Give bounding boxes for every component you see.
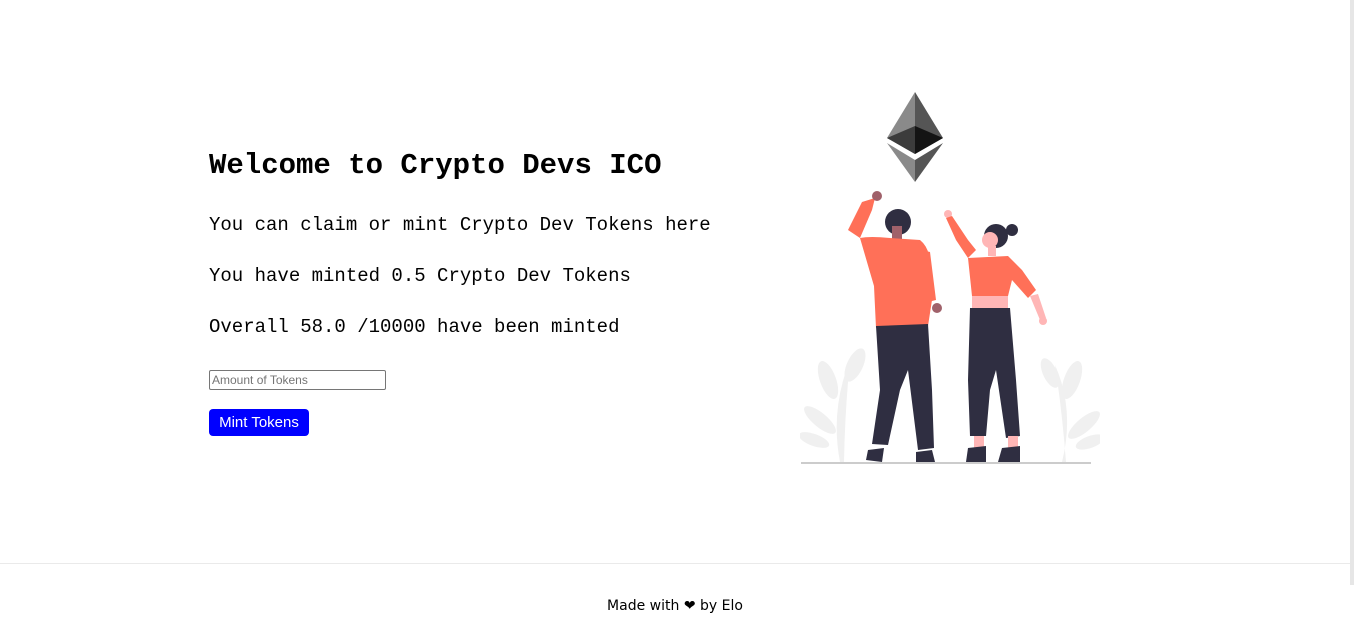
- man-figure: [848, 191, 942, 462]
- user-minted-text: You have minted 0.5 Crypto Dev Tokens: [209, 265, 631, 287]
- overall-minted-text: Overall 58.0 /10000 have been minted: [209, 316, 620, 338]
- ground-line: [801, 462, 1091, 464]
- woman-figure: [944, 210, 1047, 462]
- footer-credit: Made with ❤ by Elo: [0, 598, 1350, 614]
- page: Welcome to Crypto Devs ICO You can claim…: [0, 0, 1354, 625]
- footer-made-with: Made with: [607, 598, 680, 614]
- plant-left-icon: [800, 348, 866, 462]
- ethereum-icon: [887, 92, 943, 182]
- ethereum-illustration: [800, 92, 1100, 464]
- description-text: You can claim or mint Crypto Dev Tokens …: [209, 214, 711, 236]
- page-title: Welcome to Crypto Devs ICO: [209, 149, 662, 182]
- footer-author: by Elo: [700, 598, 743, 614]
- footer: Made with ❤ by Elo: [0, 563, 1350, 625]
- heart-icon: ❤: [683, 598, 696, 614]
- mint-tokens-button[interactable]: Mint Tokens: [209, 409, 309, 436]
- ico-content: Welcome to Crypto Devs ICO You can claim…: [209, 148, 769, 436]
- plant-right-icon: [1040, 358, 1100, 462]
- amount-of-tokens-input[interactable]: [209, 370, 386, 390]
- main-section: Welcome to Crypto Devs ICO You can claim…: [0, 0, 1350, 563]
- scrollbar[interactable]: [1350, 0, 1354, 585]
